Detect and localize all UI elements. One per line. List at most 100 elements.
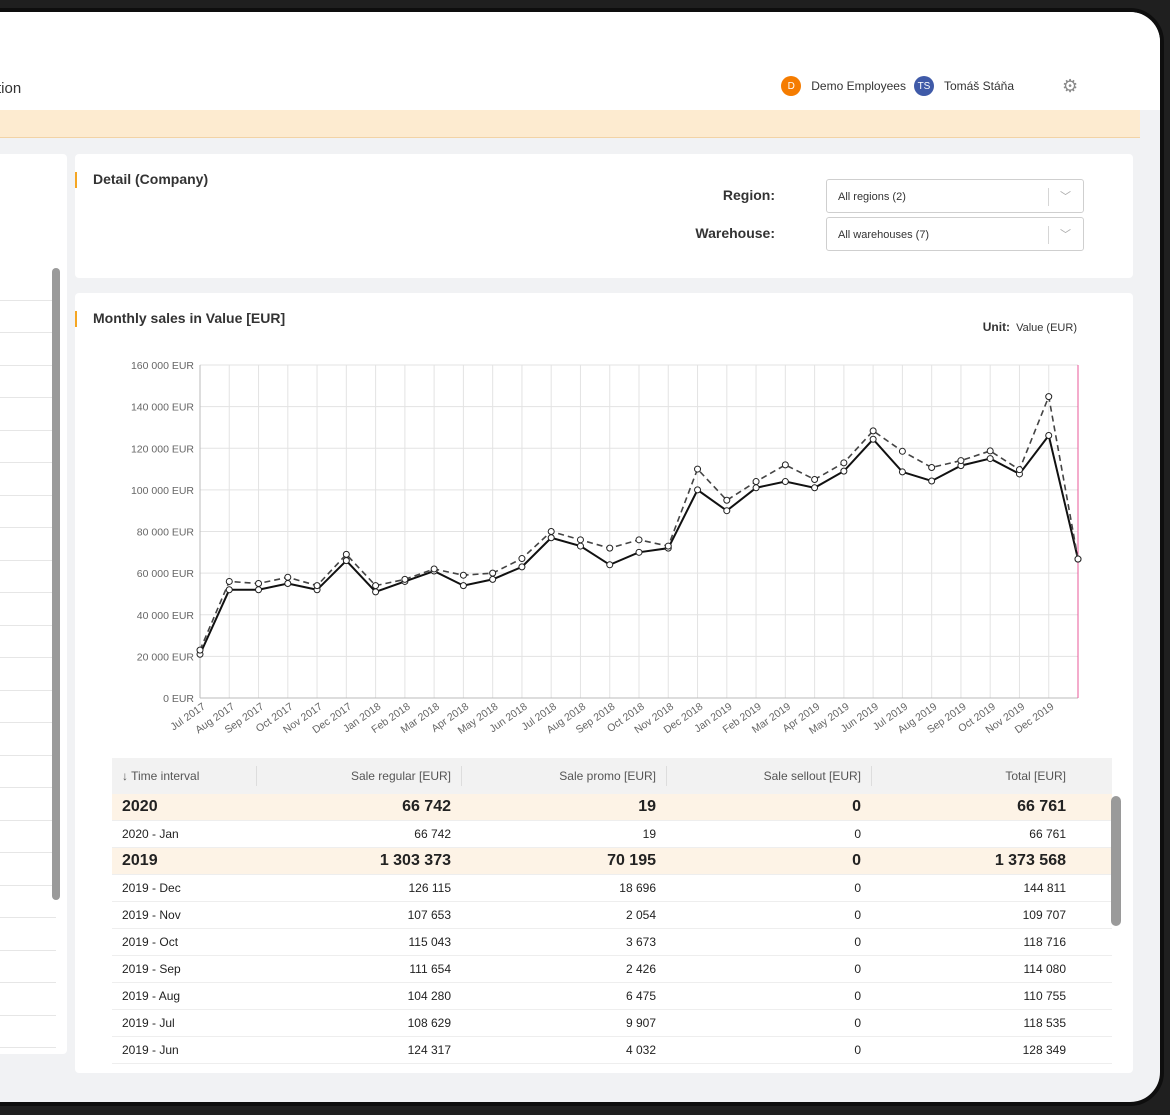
table-group-row[interactable]: 2020 66 742 19 0 66 761 [112,794,1112,821]
list-item[interactable] [0,788,56,821]
column-header[interactable]: Total [EUR] [871,758,1076,794]
list-item[interactable] [0,886,56,918]
list-item[interactable] [0,593,56,626]
org-avatar[interactable]: D [781,76,802,96]
list-item[interactable] [0,658,56,691]
user-avatar[interactable]: TS [913,76,934,96]
table-cell: 2019 - Dec [122,881,181,895]
list-item[interactable] [0,723,56,756]
list-item[interactable] [0,918,56,951]
table-row[interactable]: 2019 - Oct 115 043 3 673 0 118 716 [112,929,1112,956]
unit-indicator: Unit: Value (EUR) [983,320,1077,334]
list-item[interactable] [0,1016,56,1048]
data-point [1045,432,1053,440]
list-item[interactable] [0,301,56,333]
list-item[interactable] [0,983,56,1016]
user-name[interactable]: Tomáš Stáňa [944,79,1014,93]
table-row[interactable]: 2019 - Nov 107 653 2 054 0 109 707 [112,902,1112,929]
list-item[interactable] [0,496,56,528]
data-point [723,496,731,504]
data-point [986,455,994,463]
warehouse-label: Warehouse: [695,225,775,241]
list-item[interactable] [0,853,56,886]
data-point [576,542,584,550]
data-point [635,548,643,556]
list-item[interactable] [0,756,56,788]
chevron-down-icon[interactable]: ﹀ [1060,226,1071,242]
column-header[interactable]: ↓ Time interval [112,758,256,794]
table-cell: 70 195 [607,852,656,869]
table-header: ↓ Time interval Sale regular [EUR] Sale pr… [112,758,1112,794]
data-point [1045,393,1053,401]
data-point [489,569,497,577]
monthly-sales-chart: 0 EUR 20 000 EUR 40 000 EUR 60 000 EUR 80 00… [131,360,1082,737]
table-cell: 0 [854,908,861,922]
region-select[interactable]: All regions (2) ﹀ [826,179,1084,213]
table-cell: 4 032 [625,1043,656,1057]
table-cell: 0 [854,935,861,949]
table-cell: 0 [852,798,861,815]
unit-value: Value (EUR) [1016,322,1077,334]
user-area: D Demo Employees TS Tomáš Stáňa ⚙ [781,76,1080,96]
data-point [811,484,819,492]
table-cell: 114 080 [1023,962,1067,976]
data-point [430,565,438,573]
table-row[interactable]: 2019 - Jun 124 317 4 032 0 128 349 [112,1037,1112,1064]
data-point [225,577,233,585]
left-panel [0,154,67,1054]
table-row[interactable]: 2019 - Aug 104 280 6 475 0 110 755 [112,983,1112,1010]
list-item[interactable] [0,398,56,431]
data-point [635,536,643,544]
list-item[interactable] [0,333,56,366]
list-item[interactable] [0,821,56,853]
list-item[interactable] [0,951,56,983]
table-cell: 104 280 [407,989,451,1003]
org-name[interactable]: Demo Employees [811,79,906,93]
gear-icon[interactable]: ⚙ [1062,77,1080,95]
table-row[interactable]: 2020 - Jan 66 742 19 0 66 761 [112,821,1112,848]
table-row[interactable]: 2019 - Jul 108 629 9 907 0 118 535 [112,1010,1112,1037]
data-point [606,544,614,552]
column-header[interactable]: Sale sellout [EUR] [666,758,871,794]
table-cell: 128 349 [1022,1043,1066,1057]
column-header[interactable]: Sale regular [EUR] [256,758,461,794]
list-item[interactable] [0,268,56,301]
list-item[interactable] [0,366,56,398]
y-tick-label: 60 000 EUR [137,568,195,580]
list-item[interactable] [0,431,56,463]
left-panel-scrollbar[interactable] [52,268,60,900]
data-point [752,478,760,486]
select-separator [1048,188,1049,206]
table-cell: 0 [854,1016,861,1030]
table-cell: 19 [638,798,656,815]
data-point [372,582,380,590]
column-header[interactable]: Sale promo [EUR] [461,758,666,794]
list-item[interactable] [0,561,56,593]
table-cell: 107 653 [407,908,451,922]
table-cell: 18 696 [619,881,656,895]
data-point [518,555,526,563]
data-point [664,542,672,550]
detail-title: Detail (Company) [74,171,209,188]
list-item[interactable] [0,691,56,723]
table-scrollbar[interactable] [1111,796,1121,926]
table-cell: 66 761 [1029,827,1066,841]
chevron-down-icon[interactable]: ﹀ [1060,188,1071,204]
data-point [898,447,906,455]
list-item[interactable] [0,626,56,658]
table-group-row[interactable]: 2019 1 303 373 70 195 0 1 373 568 [112,848,1112,875]
table-cell: 111 654 [409,962,451,976]
warehouse-select[interactable]: All warehouses (7) ﹀ [826,217,1084,251]
table-row[interactable]: 2019 - Dec 126 115 18 696 0 144 811 [112,875,1112,902]
list-item[interactable] [0,528,56,561]
table-row[interactable]: 2019 - Sep 111 654 2 426 0 114 080 [112,956,1112,983]
data-point [928,463,936,471]
data-point [255,586,263,594]
table-cell: 2 426 [625,962,656,976]
table-cell: 115 043 [408,935,452,949]
data-point [547,528,555,535]
y-tick-label: 120 000 EUR [131,443,194,455]
list-item[interactable] [0,463,56,496]
y-tick-label: 0 EUR [163,693,194,705]
y-tick-label: 160 000 EUR [131,360,194,372]
